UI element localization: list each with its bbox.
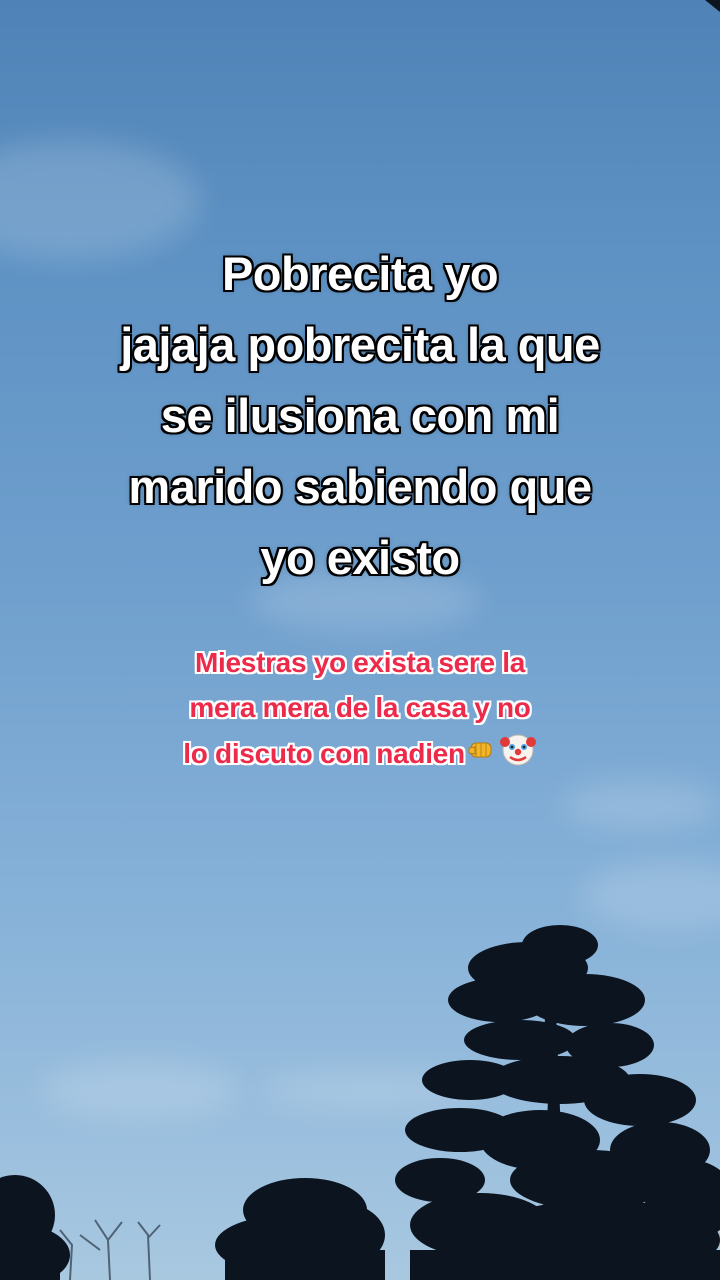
main-caption: Pobrecita yo jajaja pobrecita la que se … xyxy=(0,238,720,593)
main-caption-line: se ilusiona con mi xyxy=(160,389,560,442)
sub-caption-line-with-emoji: lo discuto con nadien xyxy=(0,730,720,781)
main-caption-line: jajaja pobrecita la que xyxy=(120,318,600,371)
sub-caption: Miestras yo exista sere la mera mera de … xyxy=(0,640,720,781)
video-frame: Pobrecita yo jajaja pobrecita la que se … xyxy=(0,0,720,1280)
fist-bump-icon xyxy=(467,733,497,778)
corner-speck xyxy=(705,0,720,12)
bare-branches xyxy=(59,1219,161,1280)
main-caption-line: marido sabiendo que xyxy=(128,460,592,513)
sub-caption-line-text: lo discuto con nadien xyxy=(183,737,465,769)
clown-face-icon xyxy=(499,730,537,781)
round-tree xyxy=(215,1178,385,1280)
main-caption-line: Pobrecita yo xyxy=(221,247,499,300)
left-trees xyxy=(0,1175,70,1280)
main-caption-line: yo existo xyxy=(260,531,460,584)
sub-caption-line: mera mera de la casa y no xyxy=(189,692,531,723)
sub-caption-line: Miestras yo exista sere la xyxy=(195,647,525,678)
tall-tree xyxy=(395,925,720,1280)
